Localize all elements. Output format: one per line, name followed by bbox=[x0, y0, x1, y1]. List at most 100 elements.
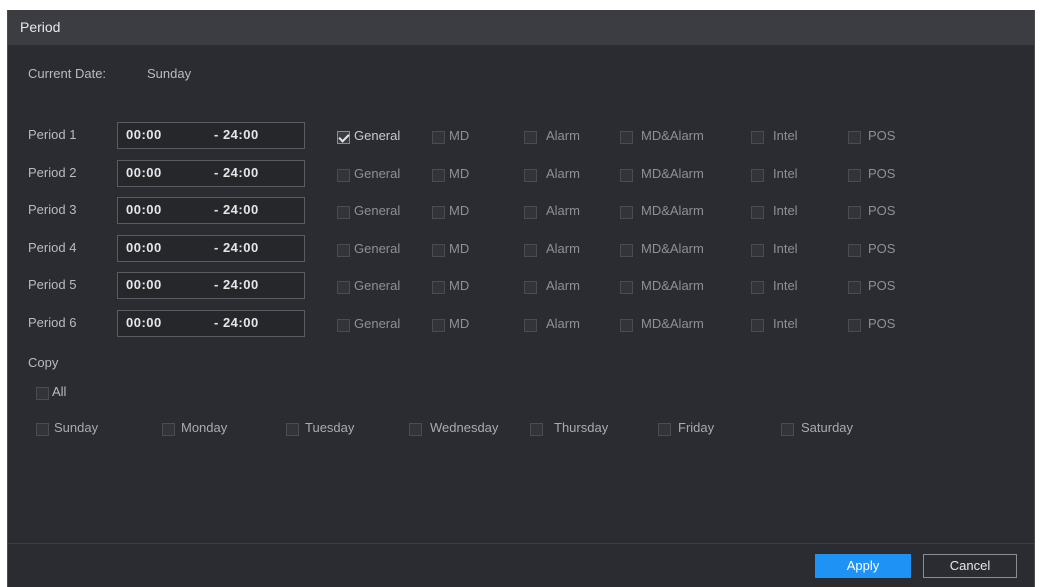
time-range-input[interactable]: 00:00 - 24:00 bbox=[117, 310, 305, 337]
intel-checkbox[interactable] bbox=[751, 169, 764, 182]
intel-checkbox[interactable] bbox=[751, 131, 764, 144]
pos-label: POS bbox=[868, 166, 896, 181]
end-time[interactable]: - 24:00 bbox=[214, 315, 259, 330]
alarm-checkbox[interactable] bbox=[524, 169, 537, 182]
md-alarm-checkbox[interactable] bbox=[620, 244, 633, 257]
start-time[interactable]: 00:00 bbox=[126, 315, 162, 330]
intel-checkbox[interactable] bbox=[751, 244, 764, 257]
copy-tuesday-label: Tuesday bbox=[305, 420, 355, 435]
md-checkbox[interactable] bbox=[432, 319, 445, 332]
intel-label: Intel bbox=[773, 203, 798, 218]
intel-checkbox[interactable] bbox=[751, 319, 764, 332]
intel-checkbox[interactable] bbox=[751, 281, 764, 294]
end-time[interactable]: - 24:00 bbox=[214, 240, 259, 255]
md-alarm-checkbox[interactable] bbox=[620, 281, 633, 294]
end-time[interactable]: - 24:00 bbox=[214, 202, 259, 217]
md-alarm-checkbox[interactable] bbox=[620, 319, 633, 332]
start-time[interactable]: 00:00 bbox=[126, 240, 162, 255]
copy-saturday-label: Saturday bbox=[801, 420, 854, 435]
period-row: Period 5 00:00 - 24:00 General MD Alarm MD&Ala… bbox=[8, 272, 1034, 302]
md-alarm-label: MD&Alarm bbox=[641, 316, 704, 331]
pos-checkbox[interactable] bbox=[848, 319, 861, 332]
copy-all-checkbox[interactable] bbox=[36, 387, 49, 400]
copy-saturday-checkbox[interactable] bbox=[781, 423, 794, 436]
copy-tuesday-checkbox[interactable] bbox=[286, 423, 299, 436]
md-alarm-label: MD&Alarm bbox=[641, 241, 704, 256]
copy-thursday-label: Thursday bbox=[554, 420, 609, 435]
general-label: General bbox=[354, 316, 401, 331]
pos-checkbox[interactable] bbox=[848, 244, 861, 257]
period-row: Period 6 00:00 - 24:00 General MD Alarm MD&Ala… bbox=[8, 310, 1034, 340]
copy-sunday-checkbox[interactable] bbox=[36, 423, 49, 436]
start-time[interactable]: 00:00 bbox=[126, 127, 162, 142]
general-checkbox[interactable] bbox=[337, 169, 350, 182]
start-time[interactable]: 00:00 bbox=[126, 277, 162, 292]
alarm-label: Alarm bbox=[546, 203, 580, 218]
md-checkbox[interactable] bbox=[432, 169, 445, 182]
pos-checkbox[interactable] bbox=[848, 169, 861, 182]
md-checkbox[interactable] bbox=[432, 131, 445, 144]
alarm-checkbox[interactable] bbox=[524, 131, 537, 144]
footer-divider bbox=[8, 543, 1034, 544]
md-alarm-checkbox[interactable] bbox=[620, 206, 633, 219]
general-checkbox[interactable] bbox=[337, 206, 350, 219]
period-row: Period 2 00:00 - 24:00 General MD Alarm MD&Ala… bbox=[8, 160, 1034, 190]
apply-button[interactable]: Apply bbox=[815, 554, 911, 578]
cancel-button[interactable]: Cancel bbox=[923, 554, 1017, 578]
md-label: MD bbox=[449, 128, 470, 143]
general-checkbox[interactable] bbox=[337, 319, 350, 332]
alarm-checkbox[interactable] bbox=[524, 244, 537, 257]
time-range-input[interactable]: 00:00 - 24:00 bbox=[117, 122, 305, 149]
intel-checkbox[interactable] bbox=[751, 206, 764, 219]
general-checkbox[interactable] bbox=[337, 244, 350, 257]
copy-sunday-label: Sunday bbox=[54, 420, 99, 435]
pos-checkbox[interactable] bbox=[848, 281, 861, 294]
time-range-input[interactable]: 00:00 - 24:00 bbox=[117, 197, 305, 224]
period-row: Period 1 00:00 - 24:00 General MD Alarm MD&Ala… bbox=[8, 122, 1034, 152]
md-checkbox[interactable] bbox=[432, 206, 445, 219]
general-label: General bbox=[354, 241, 401, 256]
end-time[interactable]: - 24:00 bbox=[214, 127, 259, 142]
dialog-title: Period bbox=[20, 19, 61, 35]
end-time[interactable]: - 24:00 bbox=[214, 165, 259, 180]
time-range-input[interactable]: 00:00 - 24:00 bbox=[117, 235, 305, 262]
md-alarm-label: MD&Alarm bbox=[641, 128, 704, 143]
period-label: Period 5 bbox=[28, 277, 77, 292]
period-row: Period 3 00:00 - 24:00 General MD Alarm MD&Ala… bbox=[8, 197, 1034, 227]
title-bar: Period bbox=[8, 10, 1034, 45]
pos-label: POS bbox=[868, 241, 896, 256]
md-checkbox[interactable] bbox=[432, 281, 445, 294]
md-alarm-checkbox[interactable] bbox=[620, 169, 633, 182]
period-label: Period 6 bbox=[28, 315, 77, 330]
time-range-input[interactable]: 00:00 - 24:00 bbox=[117, 272, 305, 299]
alarm-checkbox[interactable] bbox=[524, 281, 537, 294]
copy-monday-label: Monday bbox=[181, 420, 228, 435]
pos-label: POS bbox=[868, 316, 896, 331]
copy-thursday-checkbox[interactable] bbox=[530, 423, 543, 436]
general-checkbox[interactable] bbox=[337, 281, 350, 294]
intel-label: Intel bbox=[773, 241, 798, 256]
md-checkbox[interactable] bbox=[432, 244, 445, 257]
time-range-input[interactable]: 00:00 - 24:00 bbox=[117, 160, 305, 187]
period-row: Period 4 00:00 - 24:00 General MD Alarm MD&Ala… bbox=[8, 235, 1034, 265]
copy-friday-checkbox[interactable] bbox=[658, 423, 671, 436]
general-label: General bbox=[354, 203, 401, 218]
pos-checkbox[interactable] bbox=[848, 131, 861, 144]
alarm-label: Alarm bbox=[546, 166, 580, 181]
alarm-label: Alarm bbox=[546, 241, 580, 256]
alarm-checkbox[interactable] bbox=[524, 319, 537, 332]
start-time[interactable]: 00:00 bbox=[126, 202, 162, 217]
md-alarm-checkbox[interactable] bbox=[620, 131, 633, 144]
intel-label: Intel bbox=[773, 278, 798, 293]
end-time[interactable]: - 24:00 bbox=[214, 277, 259, 292]
general-checkbox[interactable] bbox=[337, 131, 350, 144]
pos-checkbox[interactable] bbox=[848, 206, 861, 219]
copy-friday-label: Friday bbox=[678, 420, 715, 435]
intel-label: Intel bbox=[773, 316, 798, 331]
start-time[interactable]: 00:00 bbox=[126, 165, 162, 180]
md-alarm-label: MD&Alarm bbox=[641, 203, 704, 218]
copy-monday-checkbox[interactable] bbox=[162, 423, 175, 436]
period-label: Period 1 bbox=[28, 127, 77, 142]
copy-wednesday-checkbox[interactable] bbox=[409, 423, 422, 436]
alarm-checkbox[interactable] bbox=[524, 206, 537, 219]
